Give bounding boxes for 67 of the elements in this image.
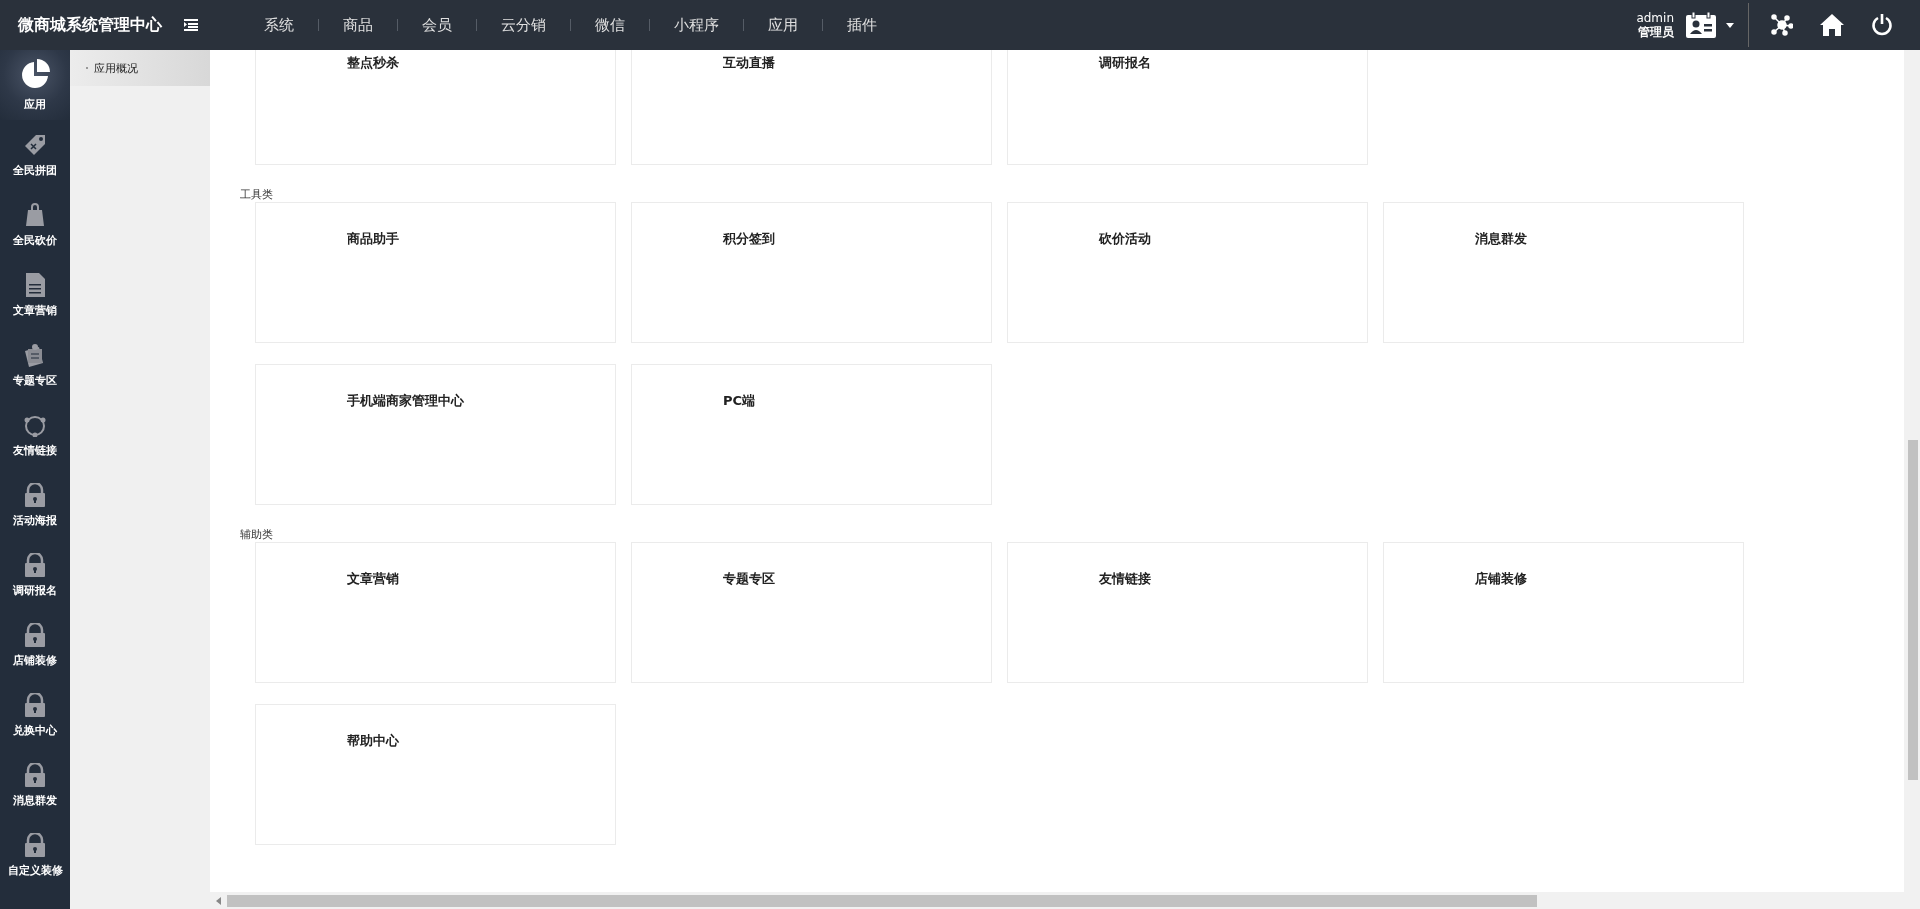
pie-chart-icon [19, 58, 51, 91]
app-card[interactable]: 手机端商家管理中心 [255, 364, 616, 505]
document-icon [25, 272, 45, 297]
sidebar-item[interactable]: 全民砍价 [0, 190, 70, 260]
app-card[interactable]: 专题专区 [631, 542, 992, 683]
scroll-left-icon[interactable] [216, 896, 221, 905]
app-card-title: PC端 [723, 393, 756, 408]
sidebar-item[interactable]: 全民拼团 [0, 120, 70, 190]
sidebar-item[interactable]: 专题专区 [0, 330, 70, 400]
app-card-title: 积分签到 [723, 231, 775, 246]
nav-menu-item[interactable]: 会员 [398, 15, 476, 35]
app-card-title: 专题专区 [723, 571, 775, 586]
app-card-title: 整点秒杀 [347, 55, 399, 70]
sidebar-item[interactable]: 文章营销 [0, 260, 70, 330]
user-name: admin [1636, 11, 1674, 25]
id-card-icon[interactable] [1686, 12, 1716, 38]
app-card[interactable]: 友情链接 [1007, 542, 1368, 683]
section-title: 辅助类 [240, 527, 274, 542]
sidebar-item[interactable]: 店铺装修 [0, 610, 70, 680]
app-card[interactable]: 商品助手 [255, 202, 616, 343]
sidebar-item[interactable]: 友情链接 [0, 400, 70, 470]
network-icon[interactable] [1771, 14, 1793, 36]
nav-menu-item[interactable]: 云分销 [477, 15, 570, 35]
app-card-title: 店铺装修 [1475, 571, 1527, 586]
app-card-title: 调研报名 [1099, 55, 1151, 70]
app-title: 微商城系统管理中心 [18, 14, 163, 36]
nav-menu-item[interactable]: 小程序 [650, 15, 743, 35]
nav-menu-item[interactable]: 微信 [571, 15, 649, 35]
app-card[interactable]: PC端 [631, 364, 992, 505]
sidebar-item[interactable]: 应用 [0, 50, 70, 120]
sidebar-item[interactable]: 活动海报 [0, 470, 70, 540]
horizontal-scrollbar[interactable] [210, 892, 1920, 909]
user-role: 管理员 [1638, 25, 1674, 39]
app-card-title: 砍价活动 [1099, 231, 1151, 246]
app-card-title: 商品助手 [347, 231, 399, 246]
app-card[interactable]: 调研报名 [1007, 50, 1368, 165]
sidebar-item[interactable]: 自定义装修 [0, 820, 70, 890]
app-card[interactable]: 消息群发 [1383, 202, 1744, 343]
sidebar-item[interactable]: 消息群发 [0, 750, 70, 820]
sidebar-item[interactable]: 调研报名 [0, 540, 70, 610]
app-card-title: 消息群发 [1475, 231, 1527, 246]
app-card-title: 手机端商家管理中心 [347, 393, 464, 408]
nav-menu-item[interactable]: 应用 [744, 15, 822, 35]
app-card[interactable]: 整点秒杀 [255, 50, 616, 165]
tag-icon [23, 132, 47, 157]
caret-icon[interactable] [1726, 22, 1734, 28]
menu-icon[interactable] [184, 19, 198, 31]
shopping-bag-icon [25, 202, 45, 227]
section-title: 工具类 [240, 187, 274, 202]
app-card-title: 帮助中心 [347, 733, 399, 748]
app-card-title: 互动直播 [723, 55, 775, 70]
sub-navigation-item[interactable]: 应用概况 [70, 50, 210, 86]
app-card[interactable]: 积分签到 [631, 202, 992, 343]
nav-menu-item[interactable]: 插件 [823, 15, 901, 35]
vertical-scrollbar[interactable] [1904, 50, 1920, 892]
app-card[interactable]: 互动直播 [631, 50, 992, 165]
app-card[interactable]: 帮助中心 [255, 704, 616, 845]
app-card[interactable]: 店铺装修 [1383, 542, 1744, 683]
nav-menu-item[interactable]: 商品 [319, 15, 397, 35]
nav-menu-item[interactable]: 系统 [240, 15, 318, 35]
app-card-title: 文章营销 [347, 571, 399, 586]
home-icon[interactable] [1820, 14, 1844, 36]
app-card-title: 友情链接 [1099, 571, 1151, 586]
app-card[interactable]: 文章营销 [255, 542, 616, 683]
app-card[interactable]: 砍价活动 [1007, 202, 1368, 343]
power-icon[interactable] [1871, 14, 1893, 36]
sidebar-item[interactable]: 兑换中心 [0, 680, 70, 750]
